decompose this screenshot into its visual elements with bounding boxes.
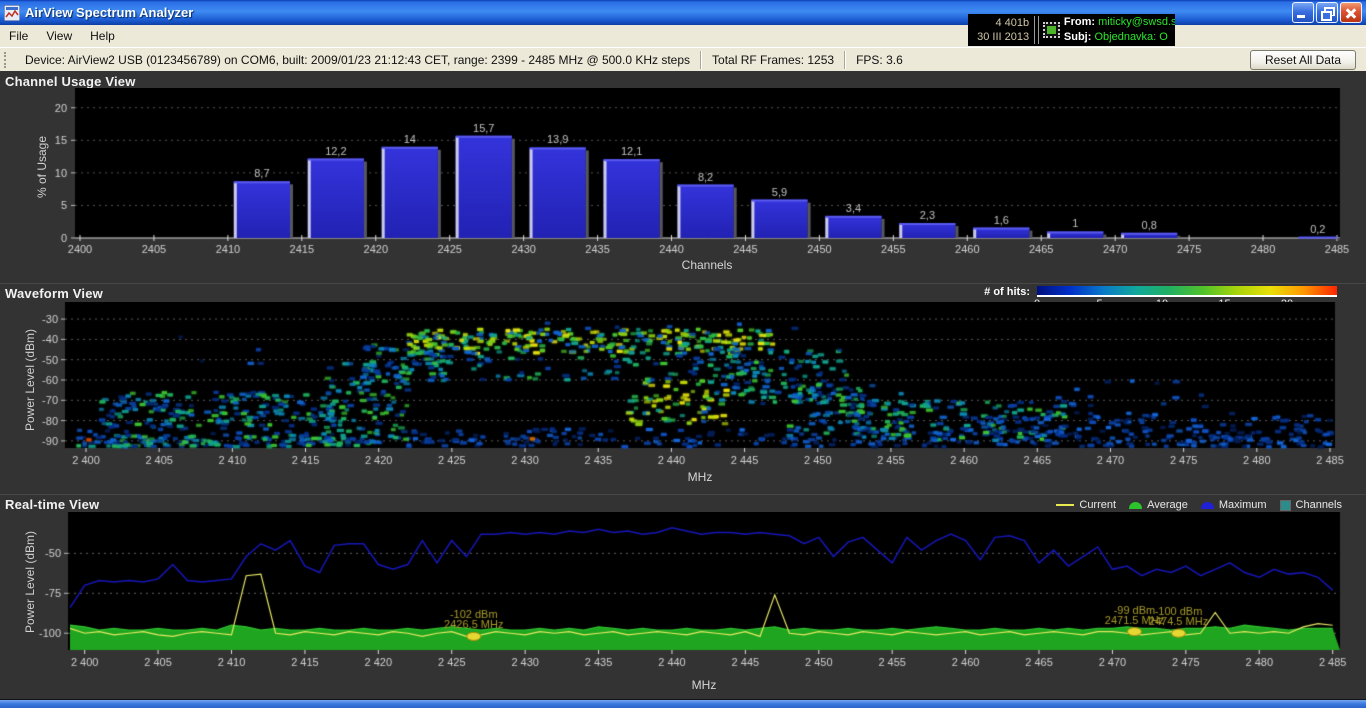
legend-channels: Channels xyxy=(1296,499,1342,511)
from-label: From: xyxy=(1064,16,1095,28)
subj-label: Subj: xyxy=(1064,31,1092,43)
realtime-xlabel: MHz xyxy=(692,678,717,692)
waveform-chart xyxy=(0,302,1366,470)
notification-divider xyxy=(1034,16,1039,44)
realtime-legend: Current Average Maximum Channels xyxy=(1056,499,1342,511)
status-toolbar: Device: AirView2 USB (0123456789) on COM… xyxy=(0,47,1366,73)
window-controls xyxy=(1292,2,1362,23)
minimize-icon xyxy=(1297,15,1305,18)
average-area-icon xyxy=(1129,502,1142,509)
taskbar-edge[interactable] xyxy=(0,699,1366,708)
device-info: Device: AirView2 USB (0123456789) on COM… xyxy=(15,53,700,67)
channel-usage-xlabel: Channels xyxy=(682,258,733,272)
app-icon xyxy=(4,5,20,21)
notification-date: 30 III 2013 xyxy=(968,30,1029,44)
rf-frames-count: Total RF Frames: 1253 xyxy=(702,53,844,67)
restore-button[interactable] xyxy=(1316,2,1338,23)
channel-usage-title: Channel Usage View xyxy=(5,74,136,89)
legend-average: Average xyxy=(1147,499,1188,511)
legend-maximum: Maximum xyxy=(1219,499,1267,511)
waveform-title: Waveform View xyxy=(5,286,103,301)
mail-stamp-icon xyxy=(1043,22,1060,38)
close-button[interactable] xyxy=(1340,2,1362,23)
notification-datetime: 4 401b 30 III 2013 xyxy=(968,16,1034,44)
reset-all-data-button[interactable]: Reset All Data xyxy=(1250,50,1356,70)
current-line-icon xyxy=(1056,504,1074,506)
menu-help[interactable]: Help xyxy=(81,26,124,46)
from-value: miticky@swsd.s xyxy=(1098,16,1175,28)
realtime-chart xyxy=(0,512,1366,672)
hits-colorbar xyxy=(1037,286,1337,297)
channel-usage-chart xyxy=(0,88,1366,256)
menu-file[interactable]: File xyxy=(0,26,37,46)
window-title: AirView Spectrum Analyzer xyxy=(25,5,193,20)
hits-legend-label: # of hits: xyxy=(984,286,1030,298)
legend-current: Current xyxy=(1079,499,1116,511)
app-window: AirView Spectrum Analyzer File View Help… xyxy=(0,0,1366,708)
minimize-button[interactable] xyxy=(1292,2,1314,23)
subj-value: Objednavka: O xyxy=(1094,31,1167,43)
maximum-area-icon xyxy=(1201,502,1214,509)
waveform-xlabel: MHz xyxy=(688,470,713,484)
channels-swatch-icon xyxy=(1280,500,1291,511)
mail-notification-popup[interactable]: 4 401b 30 III 2013 From: miticky@swsd.s … xyxy=(968,14,1175,46)
toolbar-grip[interactable] xyxy=(4,52,9,68)
fps-indicator: FPS: 3.6 xyxy=(846,53,913,67)
realtime-title: Real-time View xyxy=(5,497,99,512)
menu-view[interactable]: View xyxy=(37,26,81,46)
notification-counter: 4 401b xyxy=(968,16,1029,30)
